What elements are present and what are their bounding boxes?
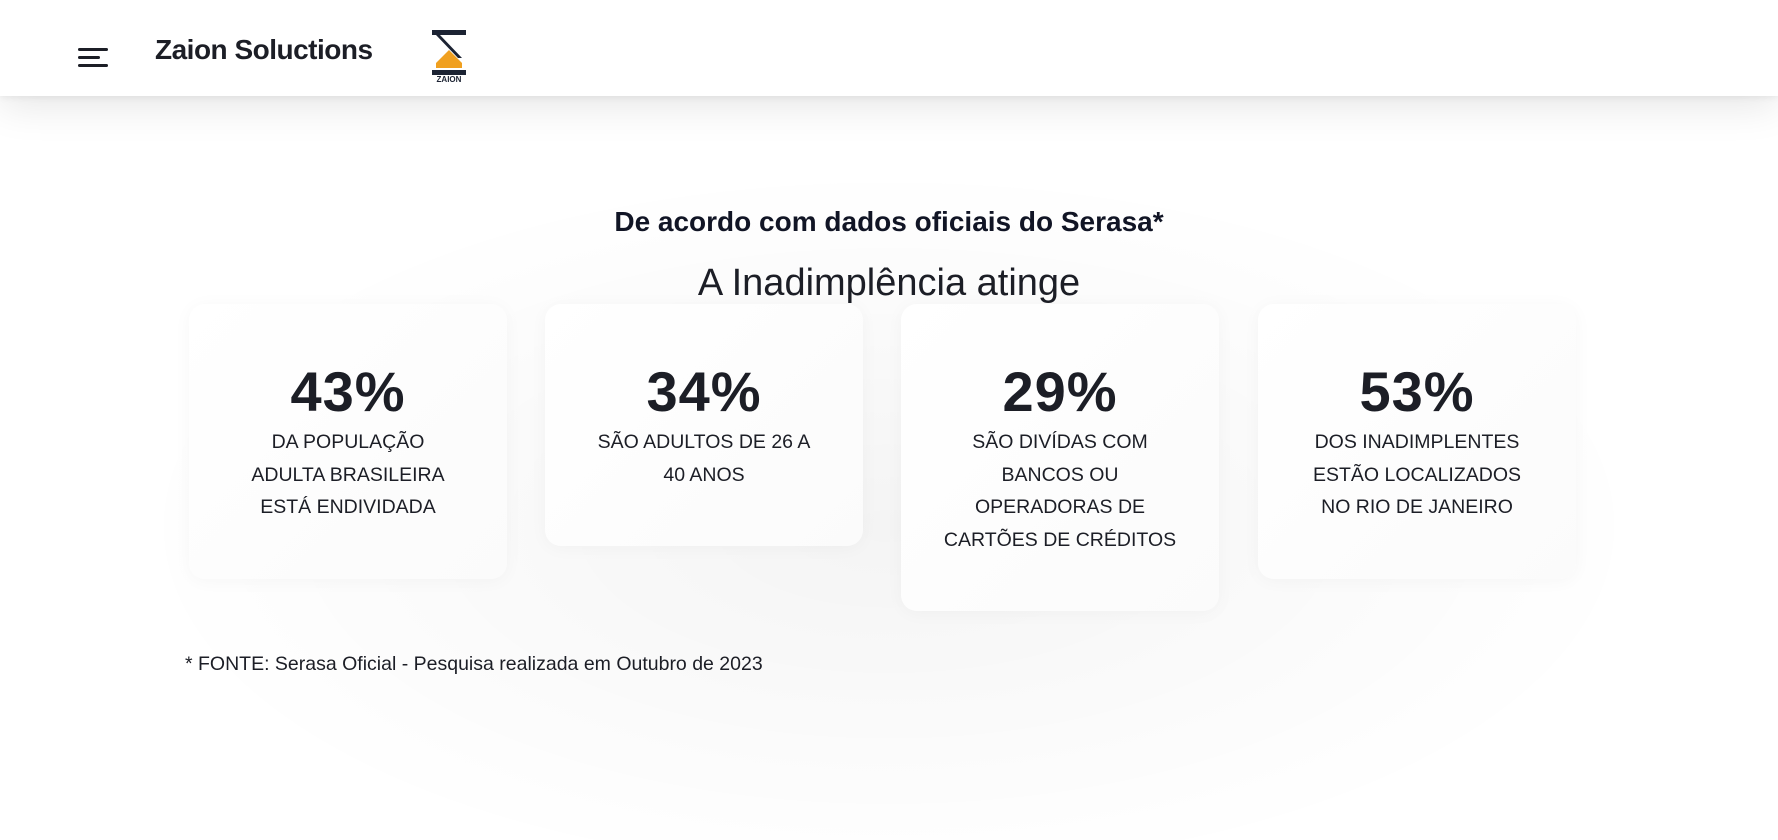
section-heading: A Inadimplência atinge <box>697 262 1081 304</box>
stat-card-age: 34% SÃO ADULTOS DE 26 A 40 ANOS <box>545 304 863 546</box>
zaion-logo[interactable]: ZAION <box>428 28 470 84</box>
stat-card-population: 43% DA POPULAÇÃO ADULTA BRASILEIRA ESTÁ … <box>189 304 507 579</box>
stat-percent: 53% <box>1359 360 1475 423</box>
stat-card-banks: 29% SÃO DIVÍDAS COM BANCOS OU OPERADORAS… <box>901 304 1219 611</box>
brand-name[interactable]: Zaion Soluctions <box>155 34 373 66</box>
stat-description: SÃO DIVÍDAS COM BANCOS OU OPERADORAS DE … <box>943 431 1177 551</box>
logo-text: ZAION <box>437 75 462 84</box>
stat-description: DA POPULAÇÃO ADULTA BRASILEIRA ESTÁ ENDI… <box>251 431 445 518</box>
stat-percent: 34% <box>646 360 762 423</box>
hamburger-menu-icon[interactable] <box>72 40 112 72</box>
stat-description: DOS INADIMPLENTES ESTÃO LOCALIZADOS NO R… <box>1312 431 1522 518</box>
stat-card-rio: 53% DOS INADIMPLENTES ESTÃO LOCALIZADOS … <box>1258 304 1576 579</box>
stat-percent: 43% <box>290 360 406 423</box>
source-footnote: * FONTE: Serasa Oficial - Pesquisa reali… <box>185 653 763 675</box>
stat-description: SÃO ADULTOS DE 26 A 40 ANOS <box>597 431 811 486</box>
top-navbar: Zaion Soluctions ZAION <box>0 0 1778 96</box>
section-subtitle: De acordo com dados oficiais do Serasa* <box>614 206 1164 237</box>
stat-percent: 29% <box>1002 360 1118 423</box>
